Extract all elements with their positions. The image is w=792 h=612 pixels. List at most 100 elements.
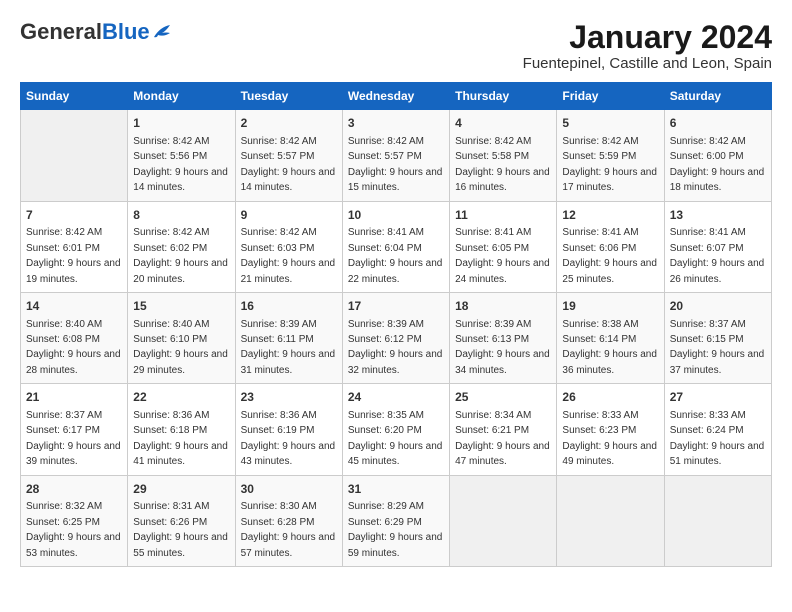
calendar-body: 1 Sunrise: 8:42 AMSunset: 5:56 PMDaylight…	[21, 110, 772, 567]
calendar-cell: 10 Sunrise: 8:41 AMSunset: 6:04 PMDayligh…	[342, 201, 449, 292]
day-number: 3	[348, 115, 444, 132]
day-info: Sunrise: 8:33 AMSunset: 6:23 PMDaylight:…	[562, 410, 657, 467]
day-info: Sunrise: 8:33 AMSunset: 6:24 PMDaylight:…	[670, 410, 765, 467]
day-info: Sunrise: 8:42 AMSunset: 6:03 PMDaylight:…	[241, 227, 336, 284]
calendar-cell: 29 Sunrise: 8:31 AMSunset: 6:26 PMDayligh…	[128, 475, 235, 566]
calendar-cell: 26 Sunrise: 8:33 AMSunset: 6:23 PMDayligh…	[557, 384, 664, 475]
day-info: Sunrise: 8:41 AMSunset: 6:04 PMDaylight:…	[348, 227, 443, 284]
calendar-cell: 17 Sunrise: 8:39 AMSunset: 6:12 PMDayligh…	[342, 292, 449, 383]
calendar-week-2: 7 Sunrise: 8:42 AMSunset: 6:01 PMDaylight…	[21, 201, 772, 292]
calendar-cell: 4Sunrise: 8:42 AMSunset: 5:58 PMDaylight…	[450, 110, 557, 201]
day-number: 15	[133, 298, 229, 315]
calendar-cell: 12Sunrise: 8:41 AMSunset: 6:06 PMDayligh…	[557, 201, 664, 292]
day-number: 20	[670, 298, 766, 315]
day-info: Sunrise: 8:32 AMSunset: 6:25 PMDaylight:…	[26, 501, 121, 558]
page-title: January 2024	[523, 20, 772, 55]
calendar-cell: 27Sunrise: 8:33 AMSunset: 6:24 PMDayligh…	[664, 384, 771, 475]
calendar-table: SundayMondayTuesdayWednesdayThursdayFrid…	[20, 82, 772, 567]
calendar-cell: 28Sunrise: 8:32 AMSunset: 6:25 PMDayligh…	[21, 475, 128, 566]
day-number: 24	[348, 389, 444, 406]
page-subtitle: Fuentepinel, Castille and Leon, Spain	[523, 55, 772, 72]
day-number: 30	[241, 481, 337, 498]
day-number: 5	[562, 115, 658, 132]
day-info: Sunrise: 8:42 AMSunset: 5:59 PMDaylight:…	[562, 136, 657, 193]
day-info: Sunrise: 8:39 AMSunset: 6:13 PMDaylight:…	[455, 319, 550, 376]
day-info: Sunrise: 8:41 AMSunset: 6:07 PMDaylight:…	[670, 227, 765, 284]
calendar-cell: 3 Sunrise: 8:42 AMSunset: 5:57 PMDaylight…	[342, 110, 449, 201]
day-info: Sunrise: 8:40 AMSunset: 6:10 PMDaylight:…	[133, 319, 228, 376]
day-info: Sunrise: 8:36 AMSunset: 6:19 PMDaylight:…	[241, 410, 336, 467]
day-info: Sunrise: 8:38 AMSunset: 6:14 PMDaylight:…	[562, 319, 657, 376]
calendar-cell: 18Sunrise: 8:39 AMSunset: 6:13 PMDayligh…	[450, 292, 557, 383]
calendar-week-3: 14 Sunrise: 8:40 AMSunset: 6:08 PMDayligh…	[21, 292, 772, 383]
calendar-cell: 21 Sunrise: 8:37 AMSunset: 6:17 PMDayligh…	[21, 384, 128, 475]
calendar-cell: 14 Sunrise: 8:40 AMSunset: 6:08 PMDayligh…	[21, 292, 128, 383]
day-info: Sunrise: 8:42 AMSunset: 5:57 PMDaylight:…	[348, 136, 443, 193]
calendar-cell: 25Sunrise: 8:34 AMSunset: 6:21 PMDayligh…	[450, 384, 557, 475]
calendar-cell: 9 Sunrise: 8:42 AMSunset: 6:03 PMDaylight…	[235, 201, 342, 292]
day-info: Sunrise: 8:29 AMSunset: 6:29 PMDaylight:…	[348, 501, 443, 558]
day-info: Sunrise: 8:41 AMSunset: 6:06 PMDaylight:…	[562, 227, 657, 284]
calendar-cell	[557, 475, 664, 566]
calendar-cell: 15 Sunrise: 8:40 AMSunset: 6:10 PMDayligh…	[128, 292, 235, 383]
day-info: Sunrise: 8:37 AMSunset: 6:17 PMDaylight:…	[26, 410, 121, 467]
calendar-cell: 6 Sunrise: 8:42 AMSunset: 6:00 PMDaylight…	[664, 110, 771, 201]
day-number: 19	[562, 298, 658, 315]
calendar-week-1: 1 Sunrise: 8:42 AMSunset: 5:56 PMDaylight…	[21, 110, 772, 201]
day-info: Sunrise: 8:42 AMSunset: 6:02 PMDaylight:…	[133, 227, 228, 284]
day-number: 16	[241, 298, 337, 315]
calendar-cell: 23 Sunrise: 8:36 AMSunset: 6:19 PMDayligh…	[235, 384, 342, 475]
weekday-header-wednesday: Wednesday	[342, 83, 449, 110]
day-number: 4	[455, 115, 551, 132]
calendar-cell: 1 Sunrise: 8:42 AMSunset: 5:56 PMDaylight…	[128, 110, 235, 201]
day-number: 17	[348, 298, 444, 315]
weekday-header-thursday: Thursday	[450, 83, 557, 110]
day-info: Sunrise: 8:42 AMSunset: 5:57 PMDaylight:…	[241, 136, 336, 193]
calendar-cell: 11 Sunrise: 8:41 AMSunset: 6:05 PMDayligh…	[450, 201, 557, 292]
calendar-week-5: 28Sunrise: 8:32 AMSunset: 6:25 PMDayligh…	[21, 475, 772, 566]
calendar-cell	[450, 475, 557, 566]
calendar-cell: 13 Sunrise: 8:41 AMSunset: 6:07 PMDayligh…	[664, 201, 771, 292]
logo: GeneralBlue	[20, 20, 174, 44]
day-number: 6	[670, 115, 766, 132]
day-number: 11	[455, 207, 551, 224]
day-number: 14	[26, 298, 122, 315]
calendar-cell	[664, 475, 771, 566]
day-info: Sunrise: 8:35 AMSunset: 6:20 PMDaylight:…	[348, 410, 443, 467]
day-info: Sunrise: 8:31 AMSunset: 6:26 PMDaylight:…	[133, 501, 228, 558]
weekday-header-friday: Friday	[557, 83, 664, 110]
day-info: Sunrise: 8:40 AMSunset: 6:08 PMDaylight:…	[26, 319, 121, 376]
calendar-cell: 30 Sunrise: 8:30 AMSunset: 6:28 PMDayligh…	[235, 475, 342, 566]
day-info: Sunrise: 8:30 AMSunset: 6:28 PMDaylight:…	[241, 501, 336, 558]
weekday-header-tuesday: Tuesday	[235, 83, 342, 110]
day-number: 8	[133, 207, 229, 224]
day-number: 13	[670, 207, 766, 224]
calendar-week-4: 21 Sunrise: 8:37 AMSunset: 6:17 PMDayligh…	[21, 384, 772, 475]
title-block: January 2024 Fuentepinel, Castille and L…	[523, 20, 772, 72]
day-info: Sunrise: 8:39 AMSunset: 6:12 PMDaylight:…	[348, 319, 443, 376]
day-number: 29	[133, 481, 229, 498]
day-info: Sunrise: 8:42 AMSunset: 6:00 PMDaylight:…	[670, 136, 765, 193]
day-number: 21	[26, 389, 122, 406]
day-info: Sunrise: 8:42 AMSunset: 6:01 PMDaylight:…	[26, 227, 121, 284]
day-number: 10	[348, 207, 444, 224]
day-info: Sunrise: 8:42 AMSunset: 5:56 PMDaylight:…	[133, 136, 228, 193]
day-info: Sunrise: 8:36 AMSunset: 6:18 PMDaylight:…	[133, 410, 228, 467]
calendar-cell: 19 Sunrise: 8:38 AMSunset: 6:14 PMDayligh…	[557, 292, 664, 383]
day-number: 7	[26, 207, 122, 224]
calendar-cell: 22Sunrise: 8:36 AMSunset: 6:18 PMDayligh…	[128, 384, 235, 475]
day-info: Sunrise: 8:37 AMSunset: 6:15 PMDaylight:…	[670, 319, 765, 376]
day-number: 2	[241, 115, 337, 132]
day-number: 31	[348, 481, 444, 498]
day-info: Sunrise: 8:41 AMSunset: 6:05 PMDaylight:…	[455, 227, 550, 284]
calendar-cell: 7 Sunrise: 8:42 AMSunset: 6:01 PMDaylight…	[21, 201, 128, 292]
calendar-cell: 5 Sunrise: 8:42 AMSunset: 5:59 PMDaylight…	[557, 110, 664, 201]
calendar-cell: 31 Sunrise: 8:29 AMSunset: 6:29 PMDayligh…	[342, 475, 449, 566]
day-number: 9	[241, 207, 337, 224]
day-number: 26	[562, 389, 658, 406]
logo-bird-icon	[152, 23, 174, 41]
day-info: Sunrise: 8:34 AMSunset: 6:21 PMDaylight:…	[455, 410, 550, 467]
day-number: 1	[133, 115, 229, 132]
day-number: 23	[241, 389, 337, 406]
weekday-header-sunday: Sunday	[21, 83, 128, 110]
